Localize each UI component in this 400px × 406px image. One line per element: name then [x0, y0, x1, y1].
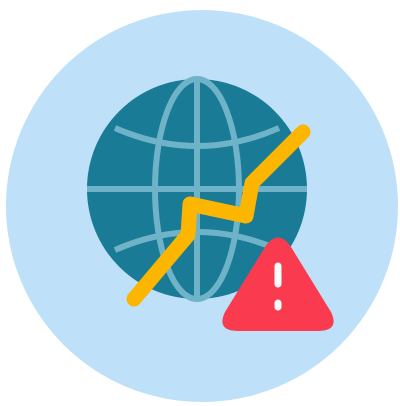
- icon-canvas: [0, 0, 400, 406]
- global-market-crash-warning-icon: [6, 10, 398, 402]
